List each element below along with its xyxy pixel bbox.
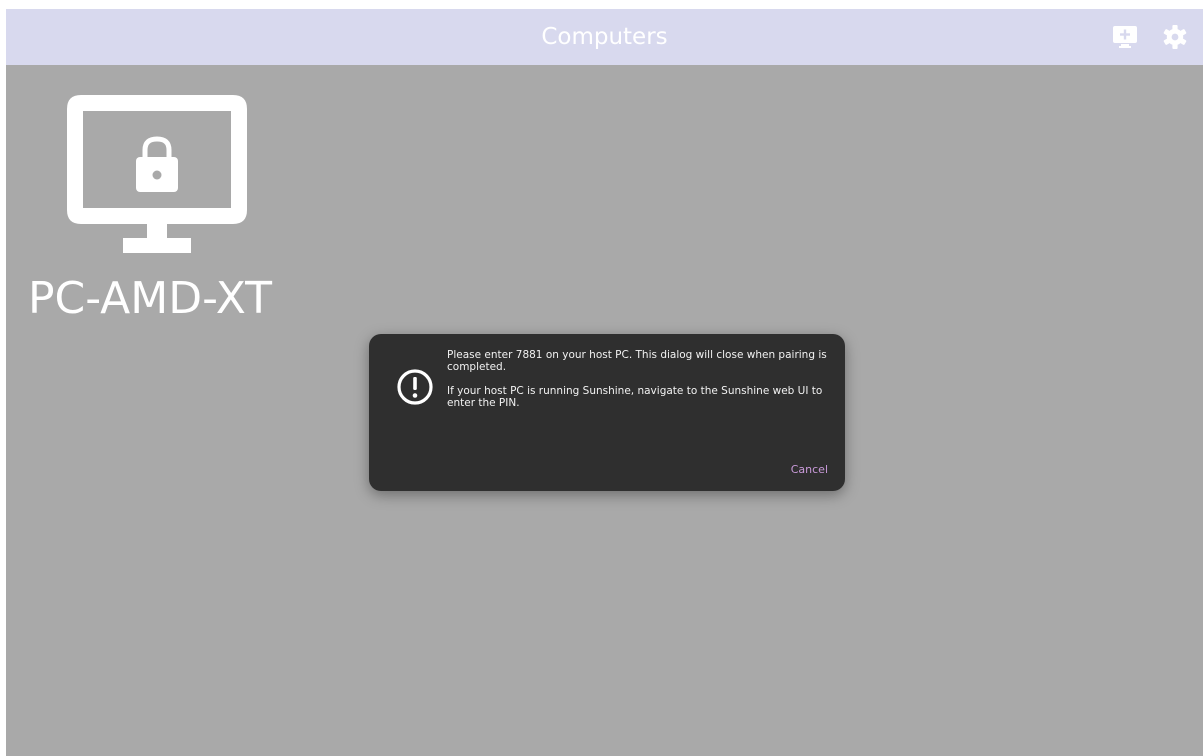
dialog-message-sunshine: If your host PC is running Sunshine, nav… <box>447 385 823 409</box>
cancel-button[interactable]: Cancel <box>791 463 828 476</box>
page-title: Computers <box>541 24 668 50</box>
dialog-message: Please enter 7881 on your host PC. This … <box>447 349 832 421</box>
dialog-message-pin: Please enter 7881 on your host PC. This … <box>447 349 827 373</box>
add-computer-icon <box>1113 26 1137 48</box>
settings-button[interactable] <box>1161 23 1189 51</box>
pairing-dialog: Please enter 7881 on your host PC. This … <box>369 334 845 491</box>
locked-monitor-icon <box>67 95 247 259</box>
gear-icon <box>1163 25 1187 49</box>
add-computer-button[interactable] <box>1111 23 1139 51</box>
app-window: Computers PC-AMD-XT Please enter 7881 on… <box>6 9 1203 756</box>
top-app-bar: Computers <box>6 9 1203 65</box>
exclamation-circle-icon <box>395 367 435 407</box>
computer-tile[interactable]: PC-AMD-XT <box>28 95 283 335</box>
computer-name: PC-AMD-XT <box>28 273 273 324</box>
